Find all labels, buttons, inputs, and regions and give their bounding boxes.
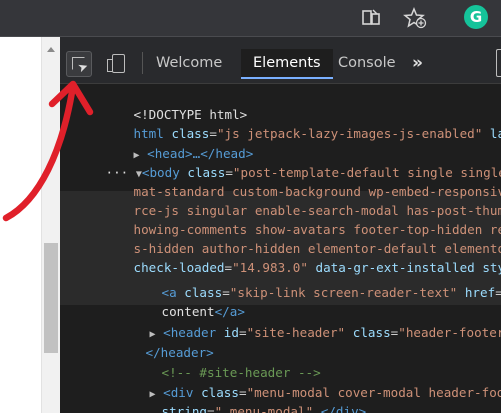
scroll-up-icon[interactable] bbox=[47, 47, 55, 52]
toolbar-separator bbox=[142, 52, 143, 74]
more-tabs-button[interactable]: » bbox=[412, 49, 423, 77]
grammarly-extension-icon[interactable]: G bbox=[464, 5, 488, 29]
browser-toolbar: G bbox=[0, 0, 501, 36]
dom-line-menu-modal[interactable]: ▶ <div class="menu-modal cover-modal hea… bbox=[104, 364, 501, 400]
dom-line-doctype[interactable]: <!DOCTYPE html> bbox=[88, 86, 248, 122]
tab-welcome[interactable]: Welcome bbox=[144, 49, 234, 77]
webpage-viewport bbox=[0, 37, 41, 413]
dom-line-body-attrs[interactable]: check-loaded="14.983.0" data-gr-ext-inst… bbox=[88, 239, 501, 275]
tab-elements[interactable]: Elements bbox=[241, 49, 333, 79]
add-favorite-icon[interactable] bbox=[403, 6, 427, 30]
dom-line-body-class-cont[interactable]: rce-js singular enable-search-modal has-… bbox=[88, 182, 501, 218]
cursor-arrow-icon: ➤ bbox=[75, 58, 91, 76]
dom-tree[interactable]: <!DOCTYPE html> html class="js jetpack-l… bbox=[60, 84, 501, 413]
panel-layout-icon[interactable] bbox=[496, 49, 501, 77]
dom-line-head[interactable]: ▶ <head>…</head> bbox=[88, 125, 254, 161]
devtools-tabbar: ➤ Welcome Elements Console » bbox=[60, 37, 501, 84]
dom-line-skip-link[interactable]: <a class="skip-link screen-reader-text" … bbox=[116, 264, 501, 300]
dom-line-html[interactable]: html class="js jetpack-lazy-images-js-en… bbox=[88, 105, 501, 141]
dom-line-body[interactable]: ··· ▼<body class="post-template-default … bbox=[60, 144, 501, 180]
phone-icon bbox=[112, 54, 125, 73]
dom-line-skip-link-text[interactable]: content</a> bbox=[116, 283, 245, 319]
dom-line-body-class-cont[interactable]: s-hidden author-hidden elementor-default… bbox=[88, 220, 501, 256]
dom-line-menu-modal-cont[interactable]: string=".menu-modal"…</div> bbox=[116, 383, 367, 413]
dom-line-header-close[interactable]: </header> bbox=[100, 324, 214, 360]
dom-line-body-class-cont[interactable]: mat-standard custom-background wp-embed-… bbox=[88, 163, 501, 199]
dom-line-comment[interactable]: <!-- #site-header --> bbox=[116, 344, 321, 380]
tab-console[interactable]: Console bbox=[326, 49, 408, 77]
page-scrollbar[interactable] bbox=[41, 37, 60, 413]
tablet-icon bbox=[107, 59, 113, 72]
dom-line-body-class-cont[interactable]: howing-comments show-avatars footer-top-… bbox=[88, 201, 501, 237]
scrollbar-thumb[interactable] bbox=[44, 243, 58, 353]
read-aloud-icon[interactable] bbox=[360, 6, 384, 30]
devtools-panel: ➤ Welcome Elements Console » <!DOCTYPE h… bbox=[60, 37, 501, 413]
dom-line-header[interactable]: ▶ <header id="site-header" class="header… bbox=[104, 304, 501, 340]
device-emulation-button[interactable] bbox=[106, 51, 130, 75]
inspect-element-button[interactable]: ➤ bbox=[66, 51, 92, 77]
